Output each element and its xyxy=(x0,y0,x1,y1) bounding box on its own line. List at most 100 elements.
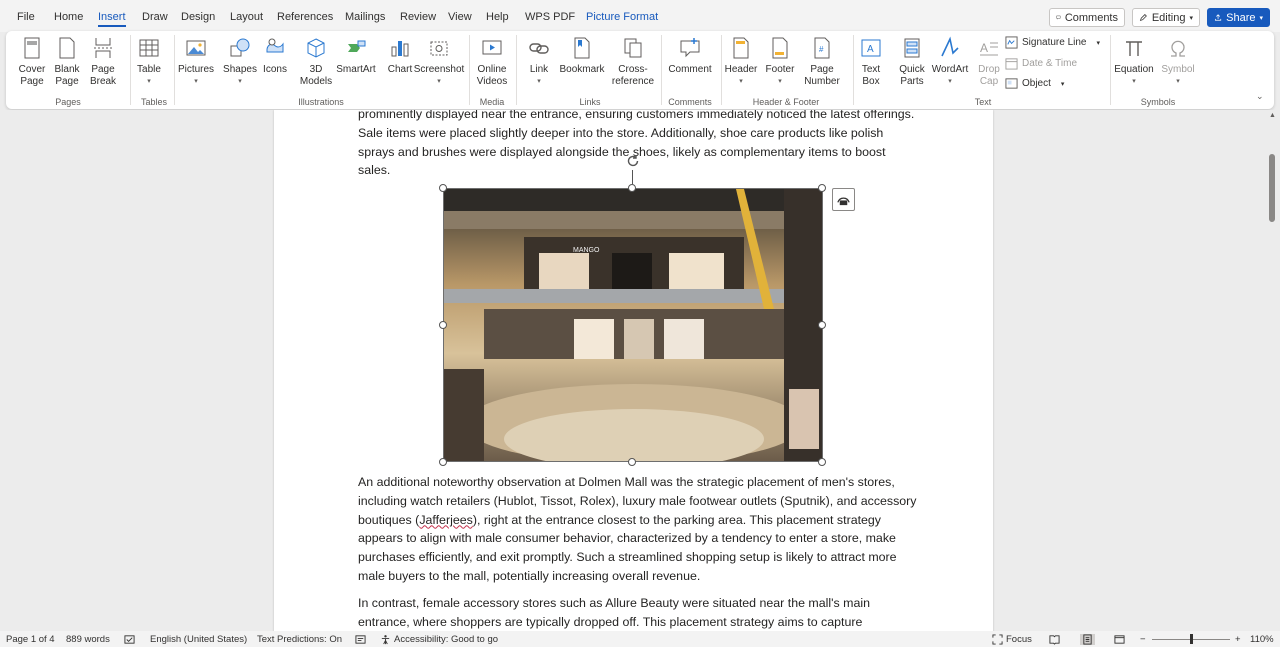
page-count[interactable]: Page 1 of 4 xyxy=(6,634,55,645)
tab-references[interactable]: References xyxy=(277,11,333,23)
group-text-label: Text xyxy=(974,97,992,107)
zoom-slider-thumb[interactable] xyxy=(1190,634,1193,644)
macro-icon[interactable] xyxy=(355,634,366,645)
group-media-label: Media xyxy=(479,97,505,107)
page-break-label: Page Break xyxy=(89,64,117,87)
mall-photo[interactable]: MANGO xyxy=(443,188,823,462)
drop-cap-button[interactable]: A Drop Cap xyxy=(972,35,1006,88)
online-videos-button[interactable]: Online Videos xyxy=(474,35,510,88)
tab-layout[interactable]: Layout xyxy=(230,11,263,23)
ribbon-collapse-button[interactable]: ⌄ xyxy=(1256,91,1264,102)
share-button[interactable]: Share ▾ xyxy=(1207,8,1270,27)
comments-button[interactable]: Comments xyxy=(1049,8,1125,27)
svg-text:A: A xyxy=(980,41,988,55)
scroll-thumb[interactable] xyxy=(1269,154,1275,222)
chevron-down-icon: ▾ xyxy=(1132,78,1136,85)
word-count[interactable]: 889 words xyxy=(66,634,110,645)
scroll-up-icon[interactable]: ▲ xyxy=(1269,112,1276,119)
cover-page-label: Cover Page xyxy=(18,64,46,87)
blank-page-icon xyxy=(55,35,79,61)
zoom-out-button[interactable]: − xyxy=(1140,634,1146,645)
symbol-button[interactable]: Symbol ▾ xyxy=(1158,35,1198,88)
tab-mailings[interactable]: Mailings xyxy=(345,11,385,23)
signature-line-button[interactable]: Signature Line ▾ xyxy=(1005,36,1100,49)
menu-bar: File Home Insert Draw Design Layout Refe… xyxy=(0,0,1280,32)
tab-home[interactable]: Home xyxy=(54,11,83,23)
3d-models-button[interactable]: 3D Models xyxy=(296,35,336,88)
pi-icon xyxy=(1122,35,1146,61)
page-break-button[interactable]: Page Break xyxy=(88,35,118,88)
quick-parts-button[interactable]: Quick Parts xyxy=(892,35,932,88)
page-number-button[interactable]: # Page Number xyxy=(798,35,846,88)
editing-mode-button[interactable]: Editing ▾ xyxy=(1132,8,1200,27)
object-button[interactable]: Object ▾ xyxy=(1005,77,1064,90)
resize-handle-right[interactable] xyxy=(818,321,826,329)
document-canvas[interactable]: prominently displayed near the entrance,… xyxy=(0,110,1280,631)
header-button[interactable]: Header ▾ xyxy=(723,35,759,88)
cross-reference-button[interactable]: Cross- reference xyxy=(610,35,656,88)
wordart-button[interactable]: WordArt ▾ xyxy=(928,35,972,88)
language-indicator[interactable]: English (United States) xyxy=(150,634,247,645)
table-button[interactable]: Table ▾ xyxy=(134,35,164,88)
bookmark-button[interactable]: Bookmark xyxy=(558,35,606,76)
accessibility-status[interactable]: Accessibility: Good to go xyxy=(380,634,498,645)
cover-page-button[interactable]: Cover Page xyxy=(16,35,48,88)
link-button[interactable]: Link ▾ xyxy=(524,35,554,88)
zoom-in-button[interactable]: + xyxy=(1235,634,1241,645)
online-videos-label: Online Videos xyxy=(476,64,508,87)
tab-picture-format[interactable]: Picture Format xyxy=(586,11,658,23)
text-box-button[interactable]: A Text Box xyxy=(856,35,886,88)
blank-page-button[interactable]: Blank Page xyxy=(52,35,82,88)
resize-handle-left[interactable] xyxy=(439,321,447,329)
shapes-button[interactable]: Shapes ▾ xyxy=(222,35,258,88)
layout-options-button[interactable] xyxy=(832,188,855,211)
chevron-down-icon: ▾ xyxy=(739,78,743,85)
ribbon-separator xyxy=(174,35,175,105)
resize-handle-bottom-right[interactable] xyxy=(818,458,826,466)
tab-insert[interactable]: Insert xyxy=(98,11,126,27)
resize-handle-top-left[interactable] xyxy=(439,184,447,192)
zoom-level[interactable]: 110% xyxy=(1250,634,1274,645)
resize-handle-bottom[interactable] xyxy=(628,458,636,466)
equation-button[interactable]: Equation ▾ xyxy=(1114,35,1154,88)
print-layout-icon[interactable] xyxy=(1080,634,1095,645)
rotate-handle-icon[interactable] xyxy=(625,153,641,169)
resize-handle-top-right[interactable] xyxy=(818,184,826,192)
comment-icon xyxy=(1056,15,1061,20)
pictures-button[interactable]: Pictures ▾ xyxy=(178,35,214,88)
tab-design[interactable]: Design xyxy=(181,11,215,23)
paragraph-3[interactable]: In contrast, female accessory stores suc… xyxy=(358,594,918,631)
focus-icon xyxy=(992,634,1003,645)
screenshot-button[interactable]: Screenshot ▾ xyxy=(414,35,464,88)
resize-handle-top[interactable] xyxy=(628,184,636,192)
paragraph-1[interactable]: prominently displayed near the entrance,… xyxy=(358,110,918,180)
comment-label: Comment xyxy=(668,64,712,75)
tab-file[interactable]: File xyxy=(17,11,35,23)
tab-wps-pdf[interactable]: WPS PDF xyxy=(525,11,575,23)
read-mode-icon[interactable] xyxy=(1049,634,1060,645)
tab-help[interactable]: Help xyxy=(486,11,509,23)
icons-button[interactable]: Icons xyxy=(260,35,290,76)
tab-review[interactable]: Review xyxy=(400,11,436,23)
paragraph-2[interactable]: An additional noteworthy observation at … xyxy=(358,473,918,586)
editing-label: Editing xyxy=(1151,11,1186,24)
tab-draw[interactable]: Draw xyxy=(142,11,168,23)
date-time-label: Date & Time xyxy=(1022,58,1078,69)
tab-view[interactable]: View xyxy=(448,11,472,23)
document-page[interactable]: prominently displayed near the entrance,… xyxy=(274,110,993,631)
chart-button[interactable]: Chart xyxy=(384,35,416,76)
chevron-down-icon: ▾ xyxy=(1096,39,1101,47)
misspelled-word[interactable]: Jafferjees xyxy=(419,513,473,527)
layout-options-icon xyxy=(837,197,850,206)
footer-button[interactable]: Footer ▾ xyxy=(762,35,798,88)
focus-mode-button[interactable]: Focus xyxy=(992,634,1032,645)
date-time-button[interactable]: Date & Time xyxy=(1005,57,1077,70)
text-predictions-status[interactable]: Text Predictions: On xyxy=(257,634,342,645)
resize-handle-bottom-left[interactable] xyxy=(439,458,447,466)
bookmark-icon xyxy=(570,35,594,61)
web-layout-icon[interactable] xyxy=(1114,634,1125,645)
new-comment-button[interactable]: Comment xyxy=(664,35,716,76)
smartart-button[interactable]: SmartArt xyxy=(336,35,376,76)
vertical-scrollbar[interactable]: ▲ xyxy=(1266,110,1278,631)
proofing-icon[interactable] xyxy=(124,634,135,645)
